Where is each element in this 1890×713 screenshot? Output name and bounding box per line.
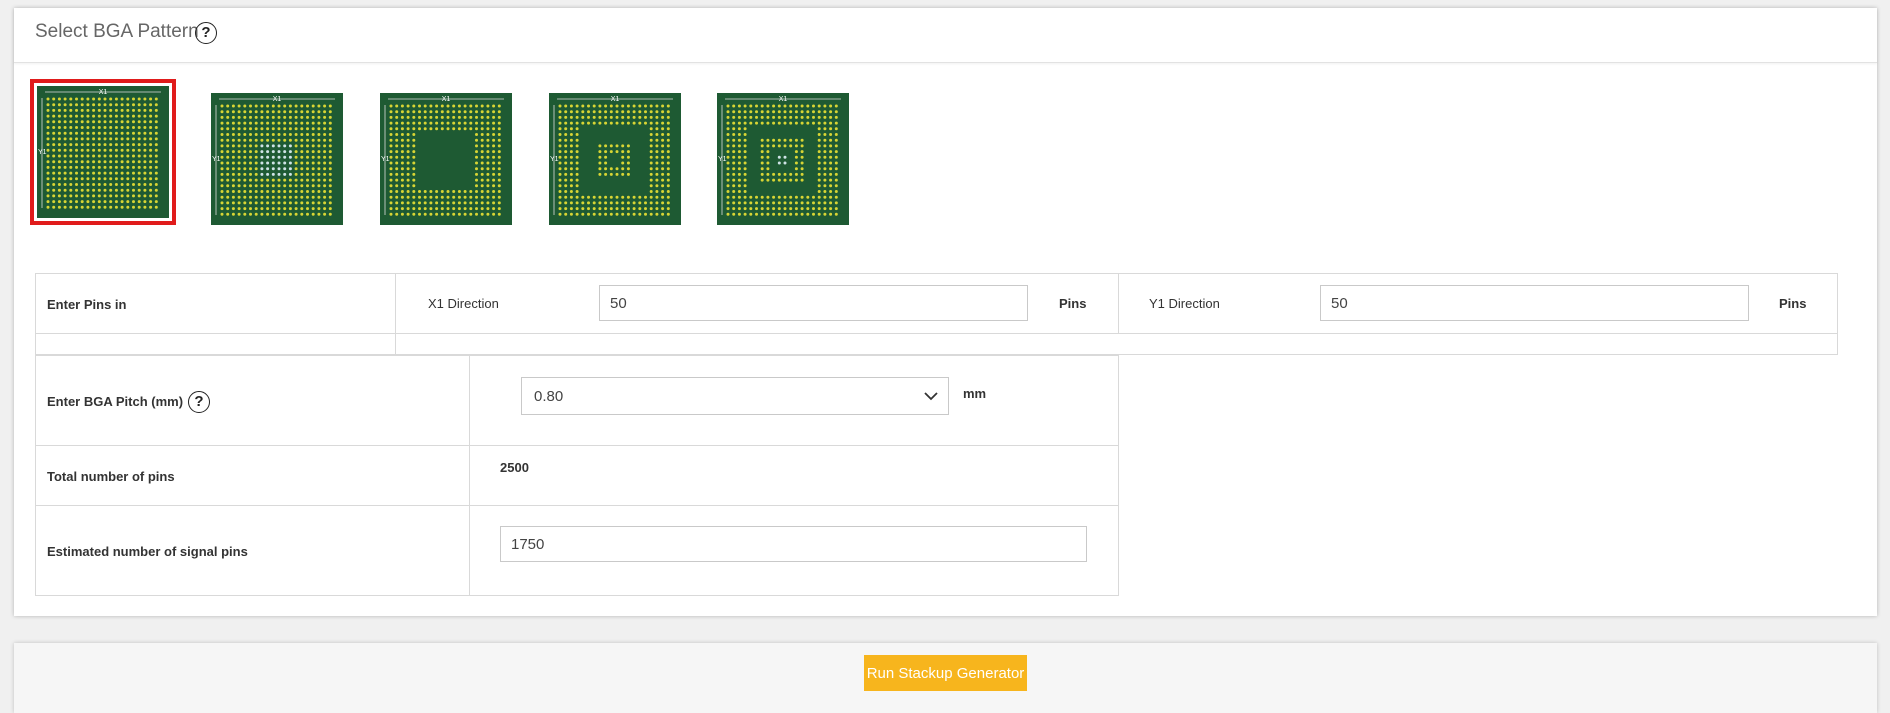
y1-label: Y1 xyxy=(550,156,559,163)
bga-pattern-ring-center-graphic: X1 Y1 xyxy=(717,93,849,225)
chevron-down-icon xyxy=(924,392,938,401)
bga-pattern-full[interactable]: X1 Y1 xyxy=(30,79,176,225)
pitch-unit: mm xyxy=(963,386,987,401)
footer-bar: Run Stackup Generator xyxy=(14,643,1877,713)
bga-pattern-center-block[interactable]: X1 Y1 xyxy=(211,93,343,225)
total-pins-value: 2500 xyxy=(500,460,529,475)
page-title: Select BGA Pattern xyxy=(35,21,199,42)
bga-pitch-select[interactable]: 0.80 xyxy=(521,377,949,415)
bga-pattern-ring-center[interactable]: X1 Y1 xyxy=(717,93,849,225)
y1-label: Y1 xyxy=(212,156,221,163)
x1-label: X1 xyxy=(99,89,108,96)
enter-pins-label: Enter Pins in xyxy=(47,297,127,312)
bga-pitch-value: 0.80 xyxy=(534,388,564,405)
y1-label: Y1 xyxy=(381,156,390,163)
signal-pins-input[interactable] xyxy=(500,526,1087,562)
bga-pattern-ring[interactable]: X1 Y1 xyxy=(549,93,681,225)
bga-pattern-perimeter[interactable]: X1 Y1 xyxy=(380,93,512,225)
x1-label: X1 xyxy=(611,96,620,103)
x1-pins-unit: Pins xyxy=(1059,296,1087,311)
y1-label: Y1 xyxy=(718,156,727,163)
y1-pins-unit: Pins xyxy=(1779,296,1807,311)
help-icon[interactable]: ? xyxy=(195,22,217,44)
x1-label: X1 xyxy=(779,96,788,103)
y1-direction-label: Y1 Direction xyxy=(1149,296,1220,311)
bga-pattern-perimeter-graphic: X1 Y1 xyxy=(380,93,512,225)
bga-pattern-ring-graphic: X1 Y1 xyxy=(549,93,681,225)
pins-direction-table: Enter Pins in X1 Direction Pins Y1 Direc… xyxy=(35,273,1838,356)
signal-pins-label: Estimated number of signal pins xyxy=(47,544,248,559)
x1-direction-label: X1 Direction xyxy=(428,296,499,311)
bga-pattern-full-graphic: X1 Y1 xyxy=(37,86,169,218)
bga-pitch-label: Enter BGA Pitch (mm) xyxy=(47,394,184,409)
bga-pattern-card: Select BGA Pattern ? X1 Y1 X1 Y1 X1 Y1 X… xyxy=(14,8,1877,616)
x1-direction-input[interactable] xyxy=(599,285,1028,321)
total-pins-label: Total number of pins xyxy=(47,469,175,484)
x1-label: X1 xyxy=(273,96,282,103)
card-header: Select BGA Pattern ? xyxy=(14,8,1877,63)
bga-pattern-center-block-graphic: X1 Y1 xyxy=(211,93,343,225)
run-stackup-generator-button[interactable]: Run Stackup Generator xyxy=(864,655,1027,691)
pitch-help-icon[interactable]: ? xyxy=(188,391,210,413)
y1-label: Y1 xyxy=(38,149,47,156)
y1-direction-input[interactable] xyxy=(1320,285,1749,321)
x1-label: X1 xyxy=(442,96,451,103)
pitch-table: Enter BGA Pitch (mm) ? 0.80 mm Total num… xyxy=(35,355,1119,596)
